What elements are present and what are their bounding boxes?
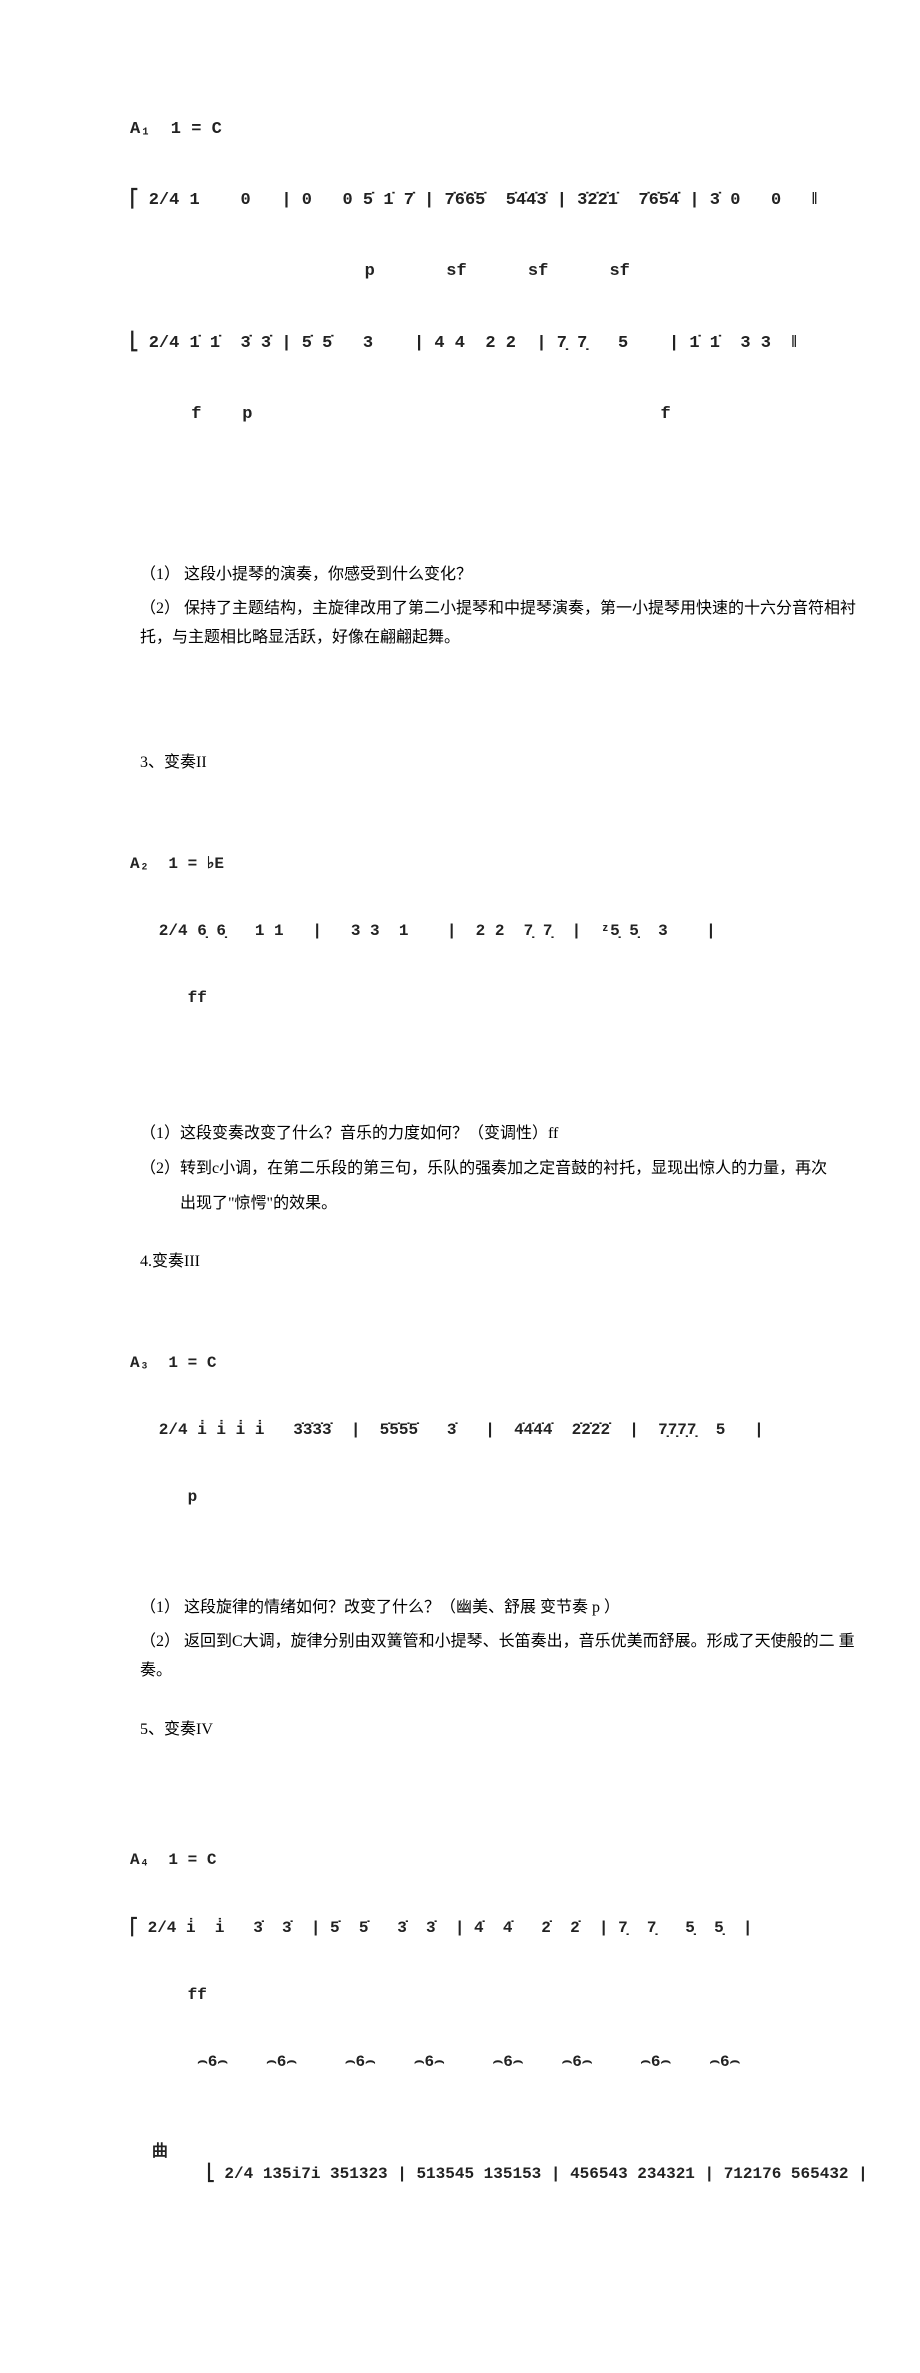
score-a4-line2: ⎣ 2/4 135i7i 351323 | 513545 135153 | 45…: [207, 2165, 868, 2183]
q2-1: （1）这段变奏改变了什么？音乐的力度如何？（变调性）ff: [140, 1120, 860, 1149]
score-a3-label: A₃ 1 = C: [130, 1352, 860, 1374]
score-a4-label: A₄ 1 = C: [130, 1849, 868, 1871]
score-a2-line1: 2/4 6̣ 6̣ 1 1 | 3 3 1 | 2 2 7̣ 7̣ | ᶻ5̣ …: [130, 920, 860, 942]
score-a3: A₃ 1 = C 2/4 i̇ i̇ i̇ i̇ 3̇3̇3̇3̇ | 5̇5̇…: [130, 1307, 860, 1553]
score-a2-label: A₂ 1 = ♭E: [130, 853, 860, 875]
score-a2: A₂ 1 = ♭E 2/4 6̣ 6̣ 1 1 | 3 3 1 | 2 2 7̣…: [130, 808, 860, 1054]
score-a1-line2: ⎣ 2/4 1̇ 1̇ 3̇ 3̇ | 5̇ 5̇ 3 | 4 4 2 2 | …: [130, 332, 860, 356]
q3-2: （2） 返回到C大调，旋律分别由双簧管和小提琴、长笛奏出，音乐优美而舒展。形成了…: [140, 1628, 860, 1686]
score-a2-dyn1: ff: [130, 987, 860, 1009]
section-5-title: 5、变奏IV: [140, 1716, 860, 1745]
score-a4-triplet: ⌢6⌢ ⌢6⌢ ⌢6⌢ ⌢6⌢ ⌢6⌢ ⌢6⌢ ⌢6⌢ ⌢6⌢: [130, 2051, 868, 2073]
score-a1-line1: ⎡ 2/4 1 0 | 0 0 5̇ 1̇ 7̇ | 7̇6̇6̇5̇ 5̇4̇…: [130, 189, 860, 213]
score-a4: A₄ 1 = C ⎡ 2/4 i̇ i̇ 3̇ 3̇ | 5̇ 5̇ 3̇ 3̇…: [130, 1805, 868, 2253]
q1-1: （1） 这段小提琴的演奏，你感受到什么变化？: [140, 561, 860, 590]
score-a1: A₁ 1 = C ⎡ 2/4 1 0 | 0 0 5̇ 1̇ 7̇ | 7̇6̇…: [130, 70, 860, 475]
score-a4-dyn1: ff: [130, 1984, 868, 2006]
section-4-title: 4.变奏III: [140, 1248, 860, 1277]
score-a1-dyn2: f p f: [130, 403, 860, 427]
q2-3: 出现了"惊愕"的效果。: [180, 1190, 860, 1219]
document-page: A₁ 1 = C ⎡ 2/4 1 0 | 0 0 5̇ 1̇ 7̇ | 7̇6̇…: [0, 0, 920, 2373]
section-3-title: 3、变奏II: [140, 749, 860, 778]
score-a4-row: A₄ 1 = C ⎡ 2/4 i̇ i̇ 3̇ 3̇ | 5̇ 5̇ 3̇ 3̇…: [100, 1775, 860, 2293]
score-a4-line1: ⎡ 2/4 i̇ i̇ 3̇ 3̇ | 5̇ 5̇ 3̇ 3̇ | 4̇ 4̇ …: [130, 1917, 868, 1939]
score-a1-label: A₁ 1 = C: [130, 118, 860, 142]
q3-1: （1） 这段旋律的情绪如何？改变了什么？（幽美、舒展 变节奏 p ）: [140, 1594, 860, 1623]
score-a3-dyn1: p: [130, 1486, 860, 1508]
score-a1-dyn1: p sf sf sf: [130, 260, 860, 284]
q1-2: （2） 保持了主题结构，主旋律改用了第二小提琴和中提琴演奏，第一小提琴用快速的十…: [140, 595, 860, 653]
score-a3-line1: 2/4 i̇ i̇ i̇ i̇ 3̇3̇3̇3̇ | 5̇5̇5̇5̇ 3̇ |…: [130, 1419, 860, 1441]
left-char-qu: 曲: [152, 2141, 168, 2163]
q2-2: （2）转到c小调，在第二乐段的第三句，乐队的强奏加之定音鼓的衬托，显现出惊人的力…: [140, 1155, 860, 1184]
